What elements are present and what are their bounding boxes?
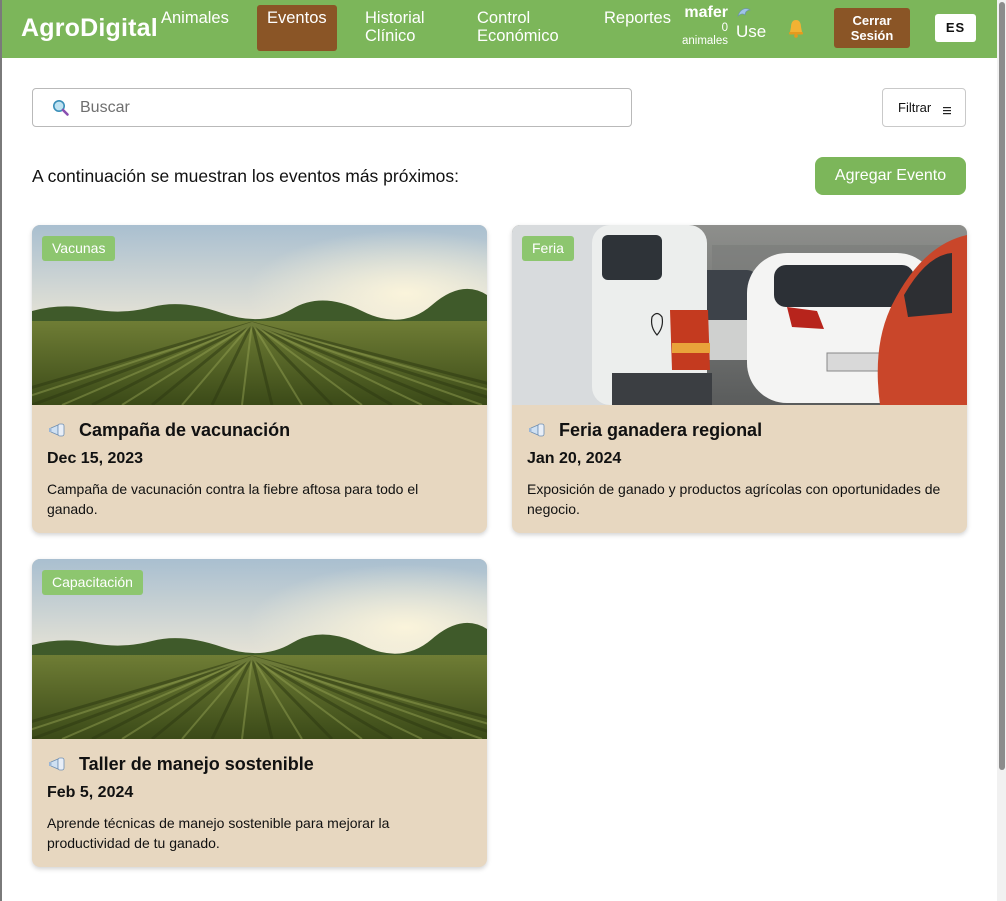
- menu-lines-icon: [943, 103, 951, 115]
- filter-label: Filtrar: [898, 100, 932, 115]
- search-input[interactable]: [80, 98, 600, 118]
- bell-icon[interactable]: [785, 17, 807, 39]
- search-box: [32, 88, 632, 127]
- nav-animales[interactable]: Animales: [161, 9, 229, 27]
- nav-reportes[interactable]: Reportes: [604, 9, 671, 27]
- event-card[interactable]: Feria Feria ganadera regional Jan 20, 20…: [512, 225, 967, 533]
- event-image-farm-field: Vacunas: [32, 225, 487, 405]
- nav-control-economico[interactable]: Control Económico: [477, 9, 587, 45]
- dolphin-menu[interactable]: Use: [736, 6, 770, 50]
- megaphone-icon: [48, 756, 70, 772]
- megaphone-icon: [528, 422, 550, 438]
- brand-logo[interactable]: AgroDigital: [21, 14, 158, 43]
- events-intro-text: A continuación se muestran los eventos m…: [32, 166, 460, 186]
- user-info: mafer 0 animales: [678, 4, 728, 48]
- megaphone-icon: [48, 422, 70, 438]
- search-icon: [52, 99, 70, 117]
- event-description: Exposición de ganado y productos agrícol…: [527, 481, 941, 517]
- nav-historial-clinico[interactable]: Historial Clínico: [365, 9, 455, 45]
- logout-button[interactable]: Cerrar Sesión: [834, 8, 910, 48]
- event-tag: Vacunas: [42, 236, 116, 261]
- event-date: Dec 15, 2023: [47, 450, 144, 467]
- user-animal-count-label: animales: [681, 35, 728, 47]
- add-event-button[interactable]: Agregar Evento: [815, 157, 966, 195]
- filter-button[interactable]: Filtrar: [882, 88, 966, 127]
- event-card[interactable]: Vacunas Campaña de vacunación Dec 15, 20…: [32, 225, 487, 533]
- dolphin-label: Use: [736, 22, 767, 41]
- event-card[interactable]: Capacitación Taller de manejo sostenible…: [32, 559, 487, 867]
- language-button[interactable]: ES: [935, 14, 976, 42]
- event-tag: Capacitación: [42, 570, 143, 595]
- dolphin-icon: [736, 6, 770, 23]
- event-title: Campaña de vacunación: [79, 420, 291, 440]
- nav-eventos[interactable]: Eventos: [257, 5, 337, 51]
- event-image-farm-field: Capacitación: [32, 559, 487, 739]
- scrollbar-thumb[interactable]: [999, 2, 1005, 770]
- event-date: Feb 5, 2024: [47, 784, 134, 801]
- user-name: mafer: [684, 4, 728, 21]
- window-border: [0, 0, 2, 901]
- top-navbar: AgroDigital Animales Eventos Historial C…: [0, 0, 997, 58]
- event-date: Jan 20, 2024: [527, 450, 622, 467]
- event-image-traffic-cars: Feria: [512, 225, 967, 405]
- event-description: Campaña de vacunación contra la fiebre a…: [47, 481, 419, 517]
- event-tag: Feria: [522, 236, 574, 261]
- event-title: Feria ganadera regional: [559, 420, 763, 440]
- event-description: Aprende técnicas de manejo sostenible pa…: [47, 815, 390, 851]
- user-animal-count: 0: [721, 22, 728, 34]
- event-title: Taller de manejo sostenible: [79, 754, 314, 774]
